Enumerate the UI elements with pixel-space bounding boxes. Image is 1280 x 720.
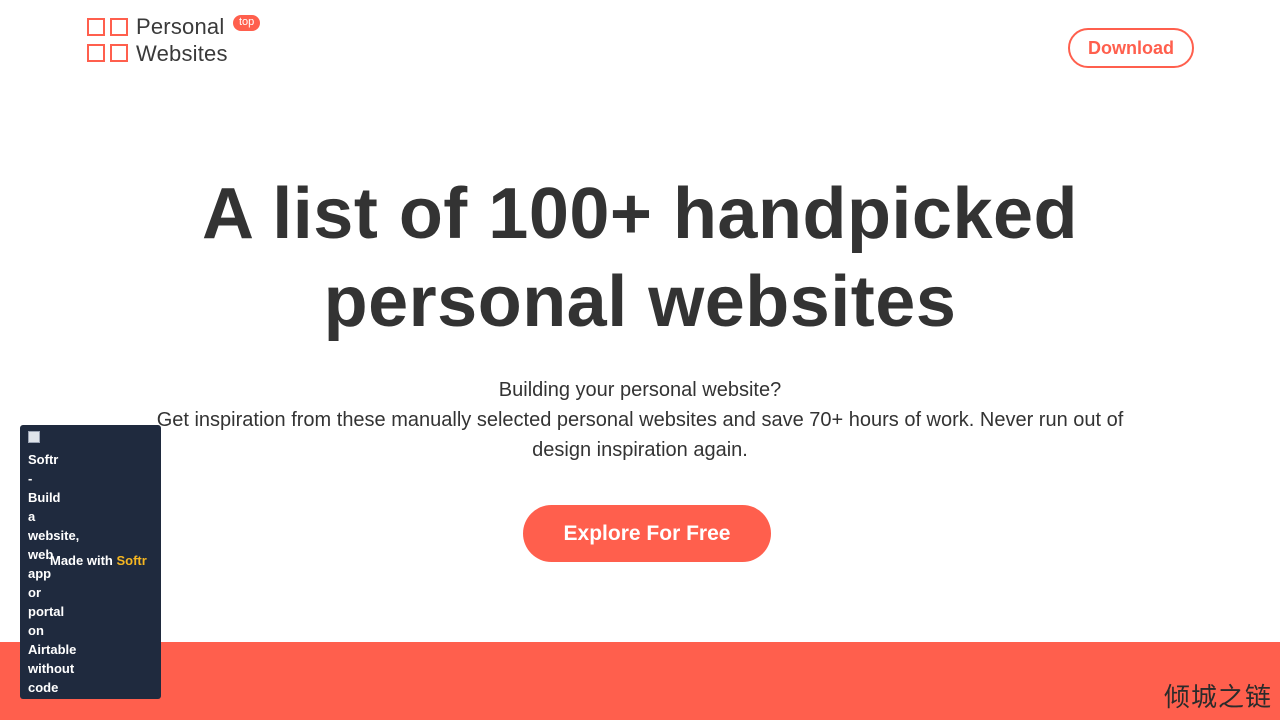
- logo-square: [110, 44, 128, 62]
- logo-square: [87, 18, 105, 36]
- logo-square: [110, 18, 128, 36]
- hero-subtitle-line1: Building your personal website?: [498, 379, 782, 401]
- hero-title-line2: personal websites: [323, 262, 957, 342]
- watermark-text: 倾城之链: [1163, 683, 1272, 713]
- download-button[interactable]: Download: [1068, 28, 1194, 68]
- hero-title: A list of 100+ handpicked personal websi…: [0, 170, 1280, 346]
- four-squares-grid-icon: [87, 18, 128, 62]
- hero-subtitle: Building your personal website? Get insp…: [0, 375, 1280, 465]
- logo-square: [87, 44, 105, 62]
- made-with-text: Made with: [50, 553, 113, 568]
- made-with-softr-badge[interactable]: Softr - Build a website, web app or port…: [20, 425, 161, 699]
- explore-for-free-button[interactable]: Explore For Free: [523, 505, 771, 562]
- bottom-accent-band: [0, 642, 1280, 720]
- softr-image-alt-text: Softr - Build a website, web app or port…: [28, 452, 80, 695]
- logo-top-badge: top: [233, 15, 261, 31]
- logo-text-line2: Websites: [136, 41, 228, 66]
- logo-text-line1: Personal: [136, 14, 225, 39]
- softr-brand-text: Softr: [116, 553, 147, 568]
- broken-image-icon: [28, 431, 40, 443]
- hero-subtitle-line3: design inspiration again.: [532, 439, 748, 461]
- site-logo[interactable]: Personal Websites top: [87, 13, 261, 67]
- site-header: Personal Websites top Download: [0, 0, 1280, 100]
- hero-subtitle-line2: Get inspiration from these manually sele…: [156, 409, 1124, 431]
- logo-text: Personal Websites: [136, 13, 228, 67]
- made-with-label: Made with Softr: [50, 553, 147, 568]
- hero-title-line1: A list of 100+ handpicked: [201, 174, 1079, 254]
